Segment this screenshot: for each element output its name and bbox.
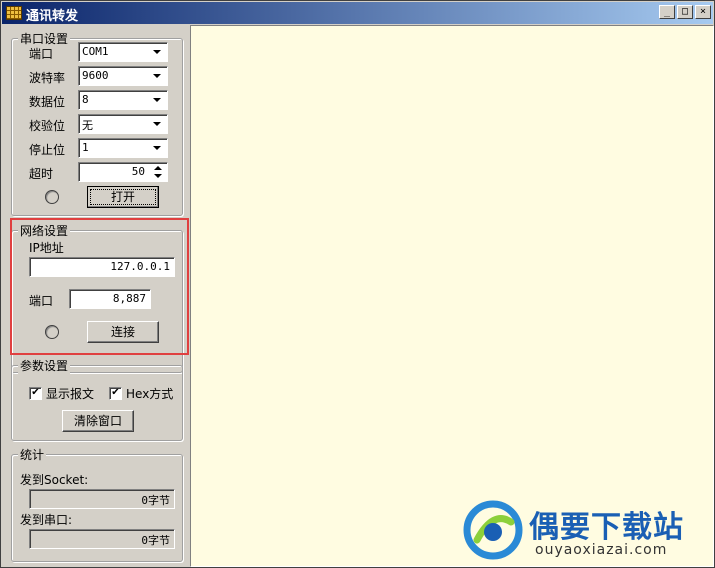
databits-select-value: 8: [82, 93, 89, 106]
databits-label: 数据位: [29, 95, 66, 109]
timeout-label: 超时: [29, 167, 54, 181]
show-message-checkbox[interactable]: ✔: [29, 387, 42, 400]
clear-window-button[interactable]: 清除窗口: [62, 410, 134, 432]
port-select-value: COM1: [82, 45, 109, 58]
stats-legend: 统计: [18, 446, 47, 463]
chevron-down-icon: [153, 122, 161, 126]
baud-label: 波特率: [29, 71, 66, 85]
window-title: 通讯转发: [26, 9, 79, 24]
port-select[interactable]: COM1: [78, 42, 168, 62]
app-window: 通讯转发 _ □ × 串口设置 端口 COM1 波特率 9600 数据位 8 校…: [0, 0, 715, 568]
to-socket-value: 0字节: [141, 494, 170, 507]
message-log-area[interactable]: 偶要下载站 ouyaoxiazai.com: [190, 25, 714, 567]
show-message-label: 显示报文: [46, 387, 95, 401]
network-highlight-box: [10, 218, 189, 355]
stopbits-select-value: 1: [82, 141, 89, 154]
to-socket-counter: 0字节: [29, 489, 175, 509]
parity-select-value: 无: [82, 119, 93, 132]
baud-select[interactable]: 9600: [78, 66, 168, 86]
parity-label: 校验位: [29, 119, 66, 133]
parity-select[interactable]: 无: [78, 114, 168, 134]
maximize-button[interactable]: □: [677, 5, 693, 19]
close-button[interactable]: ×: [695, 5, 711, 19]
params-settings-group: 参数设置 ✔ 显示报文 ✔ Hex方式 清除窗口: [11, 357, 183, 441]
brand-logo-icon: [463, 500, 523, 560]
watermark: 偶要下载站 ouyaoxiazai.com: [463, 498, 703, 562]
hex-mode-checkbox[interactable]: ✔: [109, 387, 122, 400]
serial-status-indicator: [45, 190, 59, 204]
window-controls: _ □ ×: [659, 5, 711, 19]
to-socket-label: 发到Socket:: [20, 473, 89, 487]
brand-url: ouyaoxiazai.com: [535, 542, 668, 558]
to-serial-value: 0字节: [141, 534, 170, 547]
to-serial-label: 发到串口:: [20, 513, 73, 527]
chevron-down-icon: [153, 50, 161, 54]
baud-select-value: 9600: [82, 69, 109, 82]
port-label: 端口: [29, 47, 54, 61]
serial-settings-group: 串口设置 端口 COM1 波特率 9600 数据位 8 校验位 无 停止位 1 …: [11, 30, 183, 216]
databits-select[interactable]: 8: [78, 90, 168, 110]
stopbits-select[interactable]: 1: [78, 138, 168, 158]
stopbits-label: 停止位: [29, 143, 66, 157]
title-bar[interactable]: 通讯转发 _ □ ×: [2, 2, 713, 24]
chevron-down-icon: [153, 146, 161, 150]
minimize-button[interactable]: _: [659, 5, 675, 19]
brand-name: 偶要下载站: [529, 510, 684, 545]
chevron-down-icon: [153, 74, 161, 78]
timeout-value: 50: [131, 165, 145, 178]
params-settings-legend: 参数设置: [18, 357, 71, 374]
stats-group: 统计 发到Socket: 0字节 发到串口: 0字节: [11, 446, 183, 562]
timeout-stepper[interactable]: 50: [78, 162, 168, 182]
chevron-down-icon: [153, 98, 161, 102]
spin-down-icon[interactable]: [154, 174, 162, 178]
hex-mode-label: Hex方式: [126, 387, 174, 401]
to-serial-counter: 0字节: [29, 529, 175, 549]
open-button[interactable]: 打开: [87, 186, 159, 208]
app-grid-icon: [6, 6, 22, 20]
spin-up-icon[interactable]: [154, 166, 162, 170]
